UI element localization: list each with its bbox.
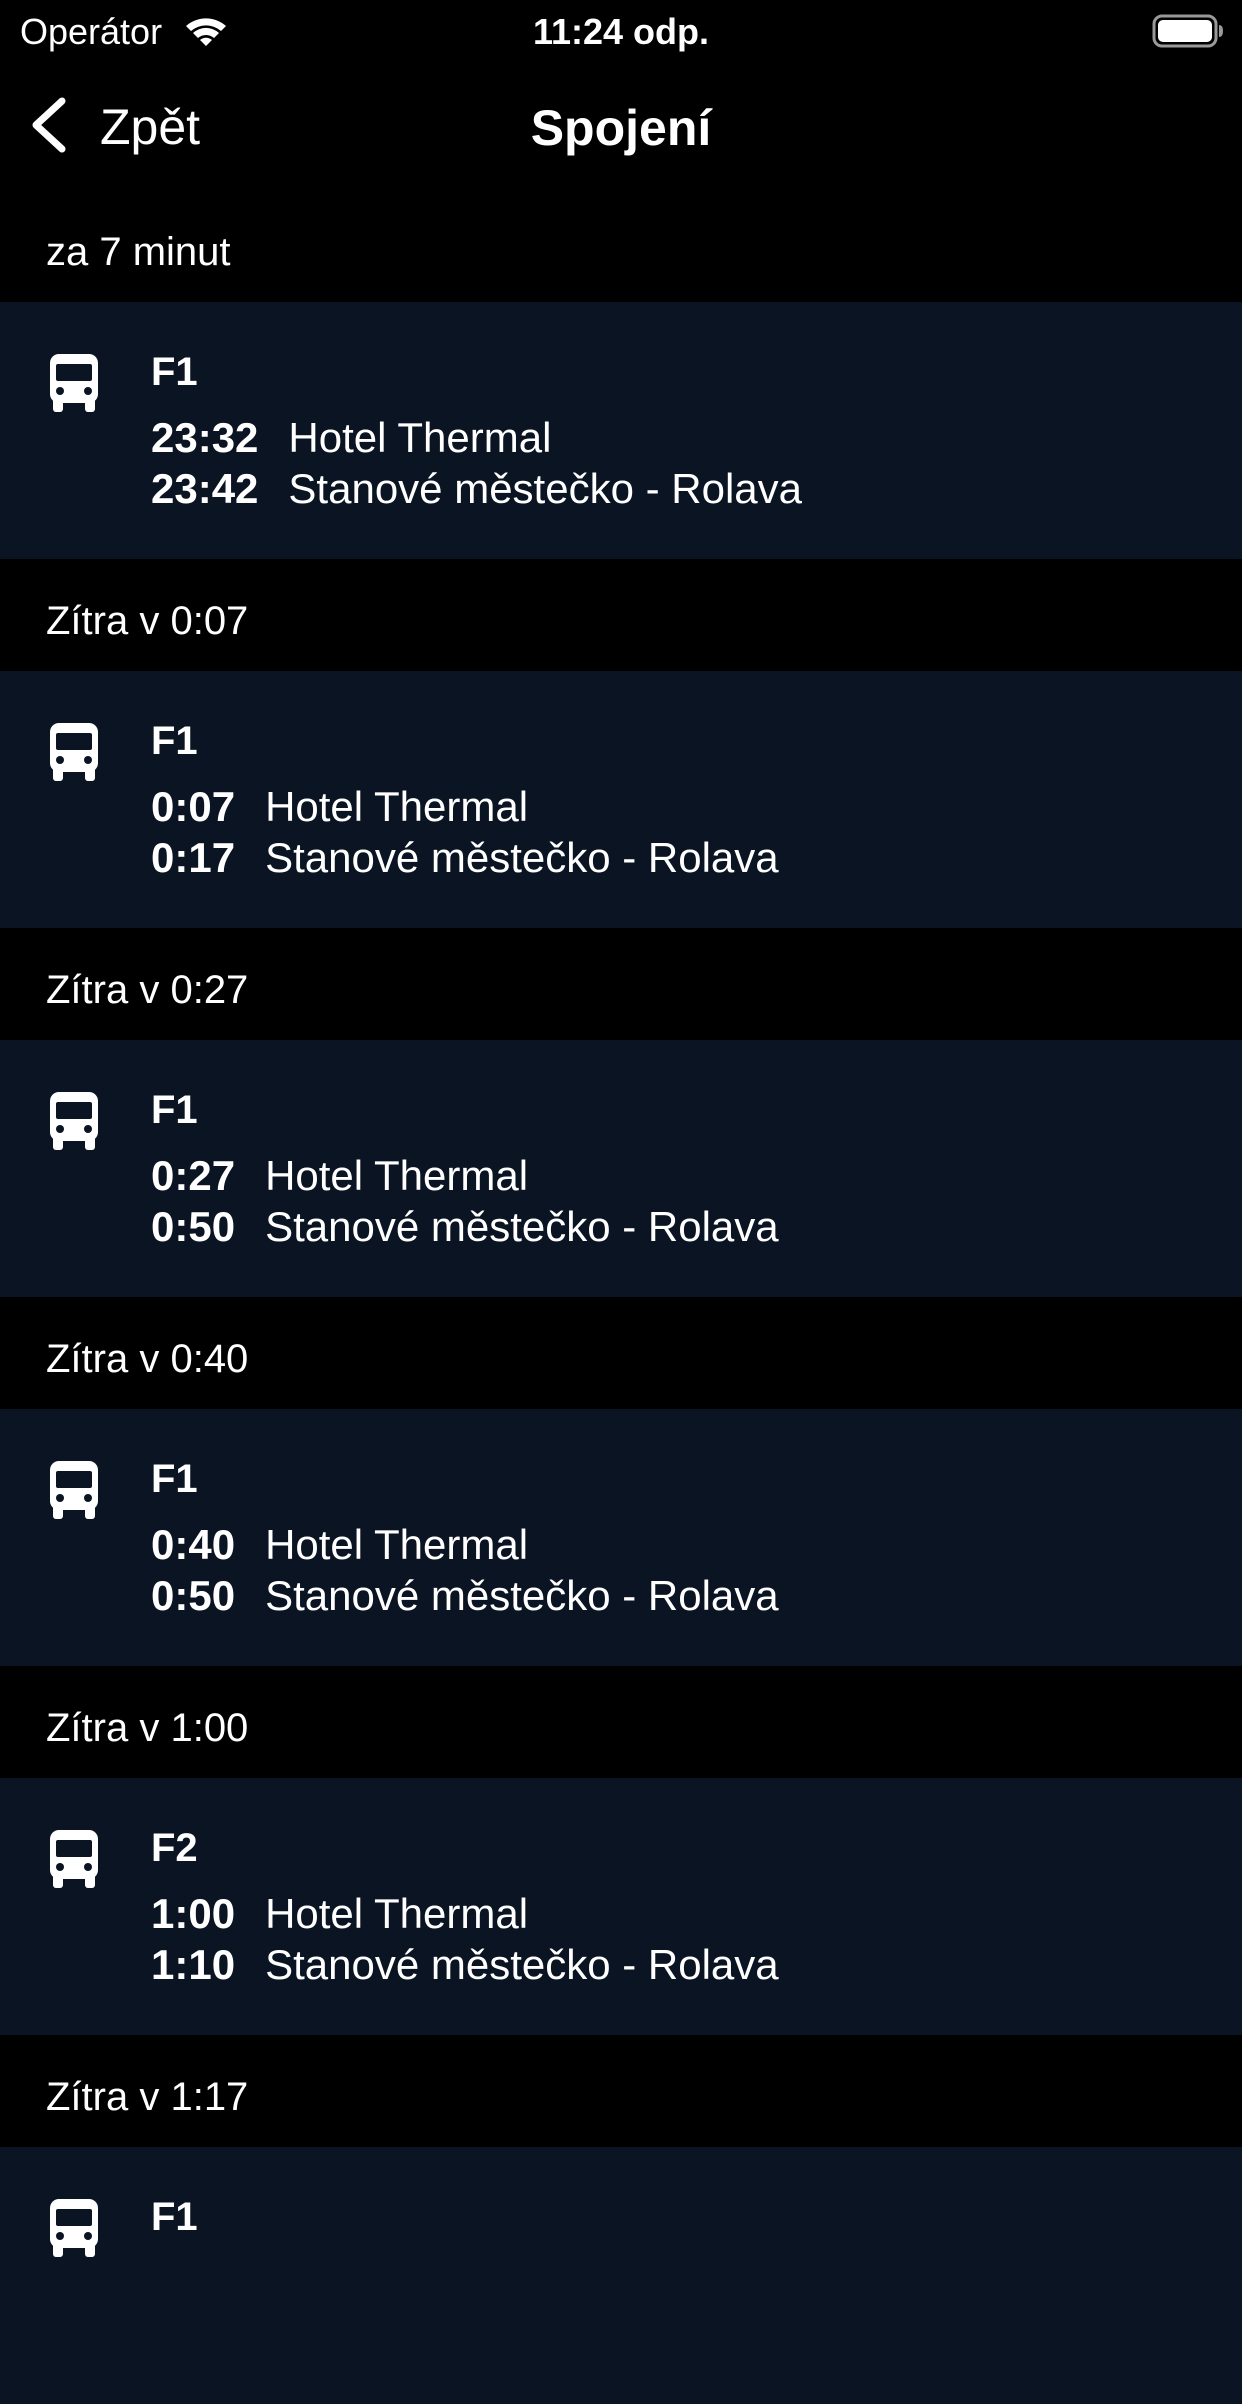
arrival-time: 1:10 (151, 1941, 236, 1988)
line-name: F2 (151, 1826, 198, 1870)
departure-time: 0:40 (151, 1521, 236, 1568)
departure-stop: Hotel Thermal (265, 1521, 529, 1568)
arrival-stop: Stanové městečko - Rolava (265, 1203, 779, 1250)
arrival-stop-line: 23:42 Stanové městečko - Rolava (151, 465, 802, 513)
departure-stop-line: 0:40 Hotel Thermal (151, 1521, 528, 1569)
departure-stop: Hotel Thermal (265, 1152, 529, 1199)
arrival-stop-line: 0:17 Stanové městečko - Rolava (151, 834, 779, 882)
arrival-stop: Stanové městečko - Rolava (265, 834, 779, 881)
battery-icon (1152, 14, 1224, 48)
section-header: za 7 minut (0, 190, 1242, 302)
trip-row[interactable]: F1 (0, 2147, 1242, 2404)
section-header: Zítra v 0:40 (0, 1297, 1242, 1409)
departure-stop: Hotel Thermal (265, 1890, 529, 1937)
arrival-time: 23:42 (151, 465, 259, 512)
arrival-stop-line: 0:50 Stanové městečko - Rolava (151, 1203, 779, 1251)
arrival-stop-line: 0:50 Stanové městečko - Rolava (151, 1572, 779, 1620)
departure-stop-line: 1:00 Hotel Thermal (151, 1890, 528, 1938)
page-title: Spojení (530, 100, 712, 156)
departure-time: 23:32 (151, 414, 259, 461)
bus-icon (49, 354, 99, 412)
bus-icon (49, 1461, 99, 1519)
departure-stop-line: 23:32 Hotel Thermal (151, 414, 551, 462)
bus-icon (49, 1092, 99, 1150)
line-name: F1 (151, 719, 198, 763)
section-header-label: Zítra v 1:00 (46, 1705, 249, 1750)
trip-row[interactable]: F2 1:00 Hotel Thermal 1:10 Stanové městečk… (0, 1778, 1242, 2035)
line-name: F1 (151, 2195, 198, 2239)
departure-time: 1:00 (151, 1890, 236, 1937)
trip-row[interactable]: F1 23:32 Hotel Thermal 23:42 Stanové měste… (0, 302, 1242, 559)
trip-row[interactable]: F1 0:27 Hotel Thermal 0:50 Stanové městečk… (0, 1040, 1242, 1297)
section-header: Zítra v 0:07 (0, 559, 1242, 671)
line-name: F1 (151, 350, 198, 394)
arrival-stop: Stanové městečko - Rolava (288, 465, 802, 512)
departure-time: 0:07 (151, 783, 236, 830)
departure-stop-line: 0:07 Hotel Thermal (151, 783, 528, 831)
arrival-time: 0:50 (151, 1572, 236, 1619)
departure-stop: Hotel Thermal (265, 783, 529, 830)
departure-stop: Hotel Thermal (288, 414, 552, 461)
section-header-label: Zítra v 0:07 (46, 598, 249, 643)
line-name: F1 (151, 1457, 198, 1501)
bus-icon (49, 1830, 99, 1888)
arrival-stop-line: 1:10 Stanové městečko - Rolava (151, 1941, 779, 1989)
section-header: Zítra v 1:00 (0, 1666, 1242, 1778)
trip-row[interactable]: F1 0:07 Hotel Thermal 0:17 Stanové městečk… (0, 671, 1242, 928)
status-bar: Operátor 11:24 odp. (0, 0, 1242, 62)
arrival-time: 0:17 (151, 834, 236, 881)
departure-stop-line: 0:27 Hotel Thermal (151, 1152, 528, 1200)
status-time: 11:24 odp. (532, 11, 710, 52)
section-header: Zítra v 1:17 (0, 2035, 1242, 2147)
arrival-stop: Stanové městečko - Rolava (265, 1941, 779, 1988)
trip-row[interactable]: F1 0:40 Hotel Thermal 0:50 Stanové městečk… (0, 1409, 1242, 1666)
section-header-label: za 7 minut (46, 229, 231, 274)
navigation-bar: Zpět Spojení (0, 62, 1242, 190)
connection-list: za 7 minut F1 23:32 Hotel Thermal 23:42 St… (0, 190, 1242, 2404)
section-header-label: Zítra v 1:17 (46, 2074, 249, 2119)
arrival-stop: Stanové městečko - Rolava (265, 1572, 779, 1619)
line-name: F1 (151, 1088, 198, 1132)
section-header-label: Zítra v 0:40 (46, 1336, 249, 1381)
section-header: Zítra v 0:27 (0, 928, 1242, 1040)
section-header-label: Zítra v 0:27 (46, 967, 249, 1012)
arrival-time: 0:50 (151, 1203, 236, 1250)
bus-icon (49, 723, 99, 781)
departure-time: 0:27 (151, 1152, 236, 1199)
